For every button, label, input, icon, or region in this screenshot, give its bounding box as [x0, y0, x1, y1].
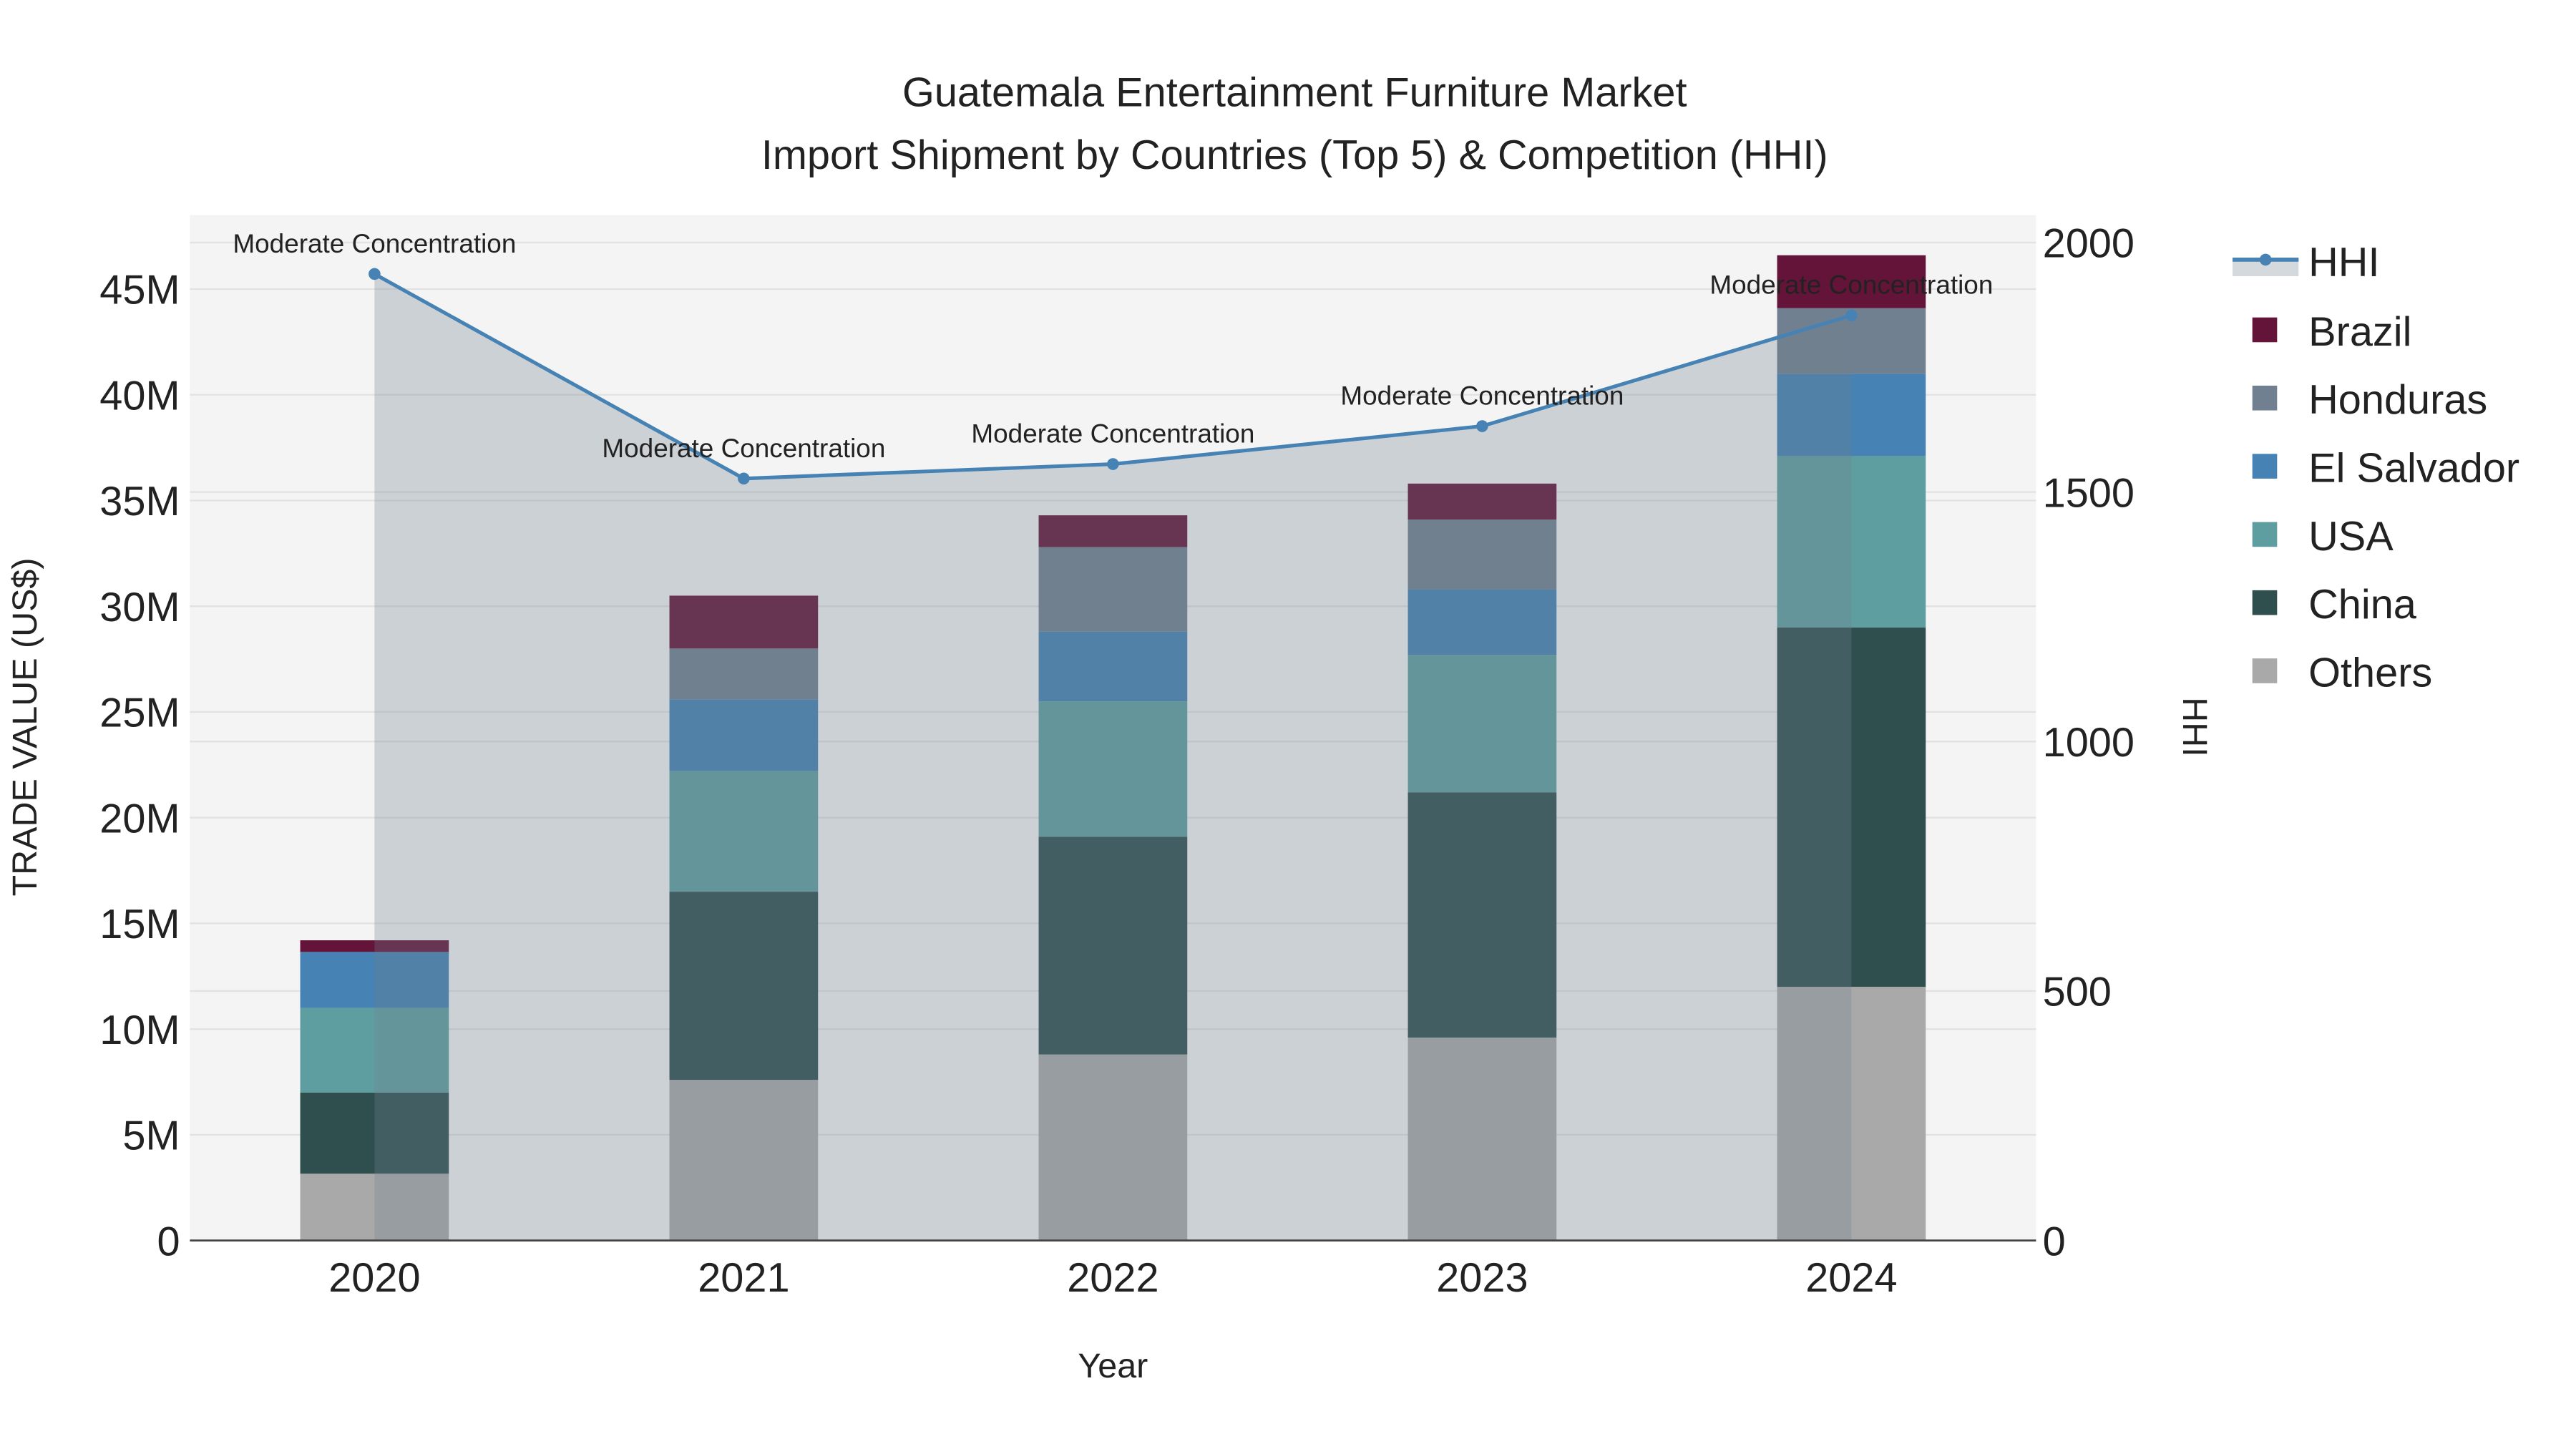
legend-swatch-usa	[2252, 522, 2278, 547]
hhi-annotation-2023: Moderate Concentration	[1340, 381, 1624, 411]
legend-swatch-brazil	[2252, 317, 2278, 343]
y-tick-label: 45M	[99, 268, 180, 313]
x-tick-label: 2021	[698, 1255, 789, 1301]
y-tick-label: 0	[157, 1219, 180, 1264]
y2-tick-label: 2000	[2043, 221, 2135, 267]
y-axis-label: TRADE VALUE (US$)	[6, 557, 44, 896]
chart-title-line1: Guatemala Entertainment Furniture Market	[902, 69, 1687, 115]
hhi-annotation-2022: Moderate Concentration	[971, 419, 1254, 449]
legend: HHI Brazil Honduras El Salvador USA China Othe…	[2232, 240, 2519, 696]
legend-label-usa: USA	[2308, 514, 2394, 560]
chart: Guatemala Entertainment Furniture Market…	[6, 69, 2519, 1385]
legend-label-el-salvador: El Salvador	[2308, 446, 2519, 492]
y-tick-label: 40M	[99, 374, 180, 419]
x-tick-label: 2022	[1067, 1255, 1158, 1301]
y2-tick-label: 500	[2043, 970, 2112, 1015]
hhi-point-2022	[1107, 458, 1119, 470]
y2-axis-ticks: 0 500 1000 1500 2000	[2043, 221, 2135, 1265]
hhi-point-2023	[1476, 420, 1488, 432]
y-axis-ticks: 0 5M 10M 15M 20M 25M 30M 35M 40M 45M	[99, 268, 180, 1265]
y2-axis-label: HHI	[2175, 697, 2214, 756]
legend-swatch-el-salvador	[2252, 454, 2278, 479]
hhi-point-2024	[1845, 309, 1858, 322]
legend-label-hhi: HHI	[2308, 240, 2379, 286]
legend-swatch-others	[2252, 658, 2278, 683]
x-tick-label: 2020	[328, 1255, 420, 1301]
legend-swatch-honduras	[2252, 385, 2278, 411]
y2-tick-label: 0	[2043, 1219, 2066, 1264]
y-tick-label: 5M	[122, 1113, 180, 1159]
y-tick-label: 10M	[99, 1008, 180, 1053]
legend-swatch-china	[2252, 590, 2278, 615]
y-tick-label: 25M	[99, 691, 180, 736]
legend-label-china: China	[2308, 582, 2417, 628]
y2-tick-label: 1500	[2043, 470, 2135, 516]
x-tick-label: 2024	[1805, 1255, 1897, 1301]
legend-label-brazil: Brazil	[2308, 309, 2411, 355]
legend-label-honduras: Honduras	[2308, 377, 2487, 423]
x-axis-ticks: 2020 2021 2022 2023 2024	[328, 1255, 1897, 1301]
hhi-point-2021	[738, 472, 750, 485]
y2-tick-label: 1000	[2043, 720, 2135, 766]
x-tick-label: 2023	[1436, 1255, 1528, 1301]
y-tick-label: 20M	[99, 796, 180, 841]
y-tick-label: 35M	[99, 479, 180, 525]
y-tick-label: 15M	[99, 902, 180, 947]
y-tick-label: 30M	[99, 585, 180, 630]
legend-label-others: Others	[2308, 650, 2432, 696]
hhi-annotation-2021: Moderate Concentration	[602, 434, 885, 463]
hhi-annotation-2024: Moderate Concentration	[1709, 270, 1993, 300]
legend-hhi-marker	[2259, 253, 2272, 266]
chart-title-line2: Import Shipment by Countries (Top 5) & C…	[761, 132, 1828, 178]
hhi-point-2020	[369, 268, 381, 280]
hhi-annotation-2020: Moderate Concentration	[233, 229, 516, 258]
x-axis-label: Year	[1078, 1347, 1148, 1385]
